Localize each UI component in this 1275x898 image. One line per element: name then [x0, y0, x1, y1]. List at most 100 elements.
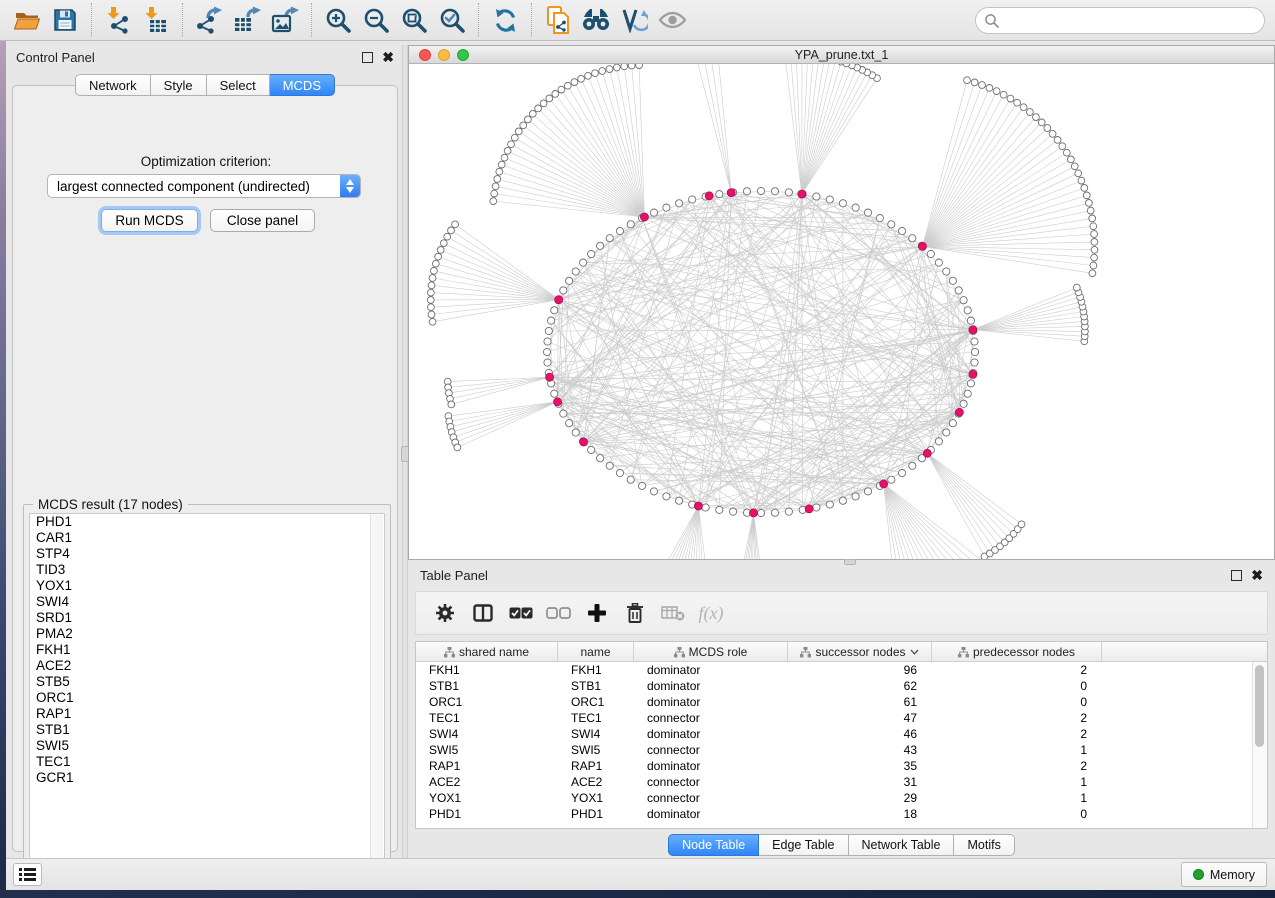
table-scrollbar-thumb[interactable]: [1255, 665, 1264, 747]
cell-predecessor_nodes[interactable]: 0: [932, 678, 1102, 694]
cell-predecessor_nodes[interactable]: 1: [932, 774, 1102, 790]
mcds-result-item[interactable]: RAP1: [30, 706, 384, 722]
show-column-button[interactable]: [466, 595, 500, 631]
table-row[interactable]: ORC1ORC1dominator610: [416, 694, 1267, 710]
cell-name[interactable]: ACE2: [558, 774, 634, 790]
cell-mcds_role[interactable]: dominator: [634, 678, 788, 694]
cell-successor_nodes[interactable]: 96: [788, 662, 932, 678]
cell-successor_nodes[interactable]: 18: [788, 806, 932, 822]
show-graphics-details-button[interactable]: [653, 3, 691, 37]
cell-shared_name[interactable]: SWI5: [416, 742, 558, 758]
open-vizmapper-button[interactable]: [615, 3, 653, 37]
cell-shared_name[interactable]: RAP1: [416, 758, 558, 774]
table-row[interactable]: TEC1TEC1connector472: [416, 710, 1267, 726]
table-row[interactable]: STB1STB1dominator620: [416, 678, 1267, 694]
cell-successor_nodes[interactable]: 29: [788, 790, 932, 806]
memory-button[interactable]: Memory: [1181, 862, 1267, 887]
table-row[interactable]: SWI4SWI4dominator462: [416, 726, 1267, 742]
cell-successor_nodes[interactable]: 61: [788, 694, 932, 710]
import-network-button[interactable]: [99, 3, 137, 37]
search-network-button[interactable]: [577, 3, 615, 37]
cell-shared_name[interactable]: ORC1: [416, 694, 558, 710]
mcds-result-item[interactable]: STB1: [30, 722, 384, 738]
table-row[interactable]: SWI5SWI5connector431: [416, 742, 1267, 758]
delete-table-button[interactable]: [656, 595, 690, 631]
cell-successor_nodes[interactable]: 62: [788, 678, 932, 694]
mcds-result-list[interactable]: PHD1CAR1STP4TID3YOX1SWI4SRD1PMA2FKH1ACE2…: [29, 513, 385, 873]
cell-shared_name[interactable]: YOX1: [416, 790, 558, 806]
tab-mcds[interactable]: MCDS: [270, 74, 335, 96]
run-mcds-button[interactable]: Run MCDS: [101, 209, 198, 232]
cell-mcds_role[interactable]: dominator: [634, 726, 788, 742]
cell-shared_name[interactable]: PHD1: [416, 806, 558, 822]
cell-shared_name[interactable]: STB1: [416, 678, 558, 694]
create-column-button[interactable]: [580, 595, 614, 631]
cell-shared_name[interactable]: TEC1: [416, 710, 558, 726]
mcds-result-item[interactable]: STP4: [30, 546, 384, 562]
save-session-button[interactable]: [46, 3, 84, 37]
deselect-all-columns-button[interactable]: [542, 595, 576, 631]
open-file-button[interactable]: [8, 3, 46, 37]
mcds-result-item[interactable]: ACE2: [30, 658, 384, 674]
table-scrollbar[interactable]: [1252, 662, 1267, 828]
column-header-successor-nodes[interactable]: successor nodes: [788, 642, 932, 662]
float-table-panel-icon[interactable]: [1231, 570, 1242, 581]
mcds-result-item[interactable]: FKH1: [30, 642, 384, 658]
tab-edge-table[interactable]: Edge Table: [759, 834, 848, 856]
task-history-button[interactable]: [13, 863, 42, 886]
delete-column-button[interactable]: [618, 595, 652, 631]
cell-mcds_role[interactable]: dominator: [634, 806, 788, 822]
tab-network-table[interactable]: Network Table: [849, 834, 955, 856]
cell-successor_nodes[interactable]: 35: [788, 758, 932, 774]
function-builder-button[interactable]: f(x): [694, 595, 728, 631]
search-input[interactable]: [975, 7, 1265, 34]
minimize-window-icon[interactable]: [438, 49, 450, 61]
zoom-fit-button[interactable]: [395, 3, 433, 37]
tab-select[interactable]: Select: [207, 74, 270, 96]
clone-network-button[interactable]: [539, 3, 577, 37]
tab-motifs[interactable]: Motifs: [954, 834, 1014, 856]
tab-style[interactable]: Style: [151, 74, 207, 96]
mcds-result-item[interactable]: STB5: [30, 674, 384, 690]
export-network-button[interactable]: [190, 3, 228, 37]
table-row[interactable]: YOX1YOX1connector291: [416, 790, 1267, 806]
table-settings-button[interactable]: [428, 595, 462, 631]
export-table-button[interactable]: [228, 3, 266, 37]
mcds-result-item[interactable]: SWI5: [30, 738, 384, 754]
cell-name[interactable]: PHD1: [558, 806, 634, 822]
cell-mcds_role[interactable]: dominator: [634, 662, 788, 678]
mcds-result-item[interactable]: PHD1: [30, 514, 384, 530]
column-header-shared-name[interactable]: shared name: [416, 642, 558, 662]
cell-name[interactable]: FKH1: [558, 662, 634, 678]
cell-name[interactable]: ORC1: [558, 694, 634, 710]
network-canvas[interactable]: [409, 64, 1274, 559]
cell-mcds_role[interactable]: connector: [634, 774, 788, 790]
cell-shared_name[interactable]: FKH1: [416, 662, 558, 678]
tab-network[interactable]: Network: [75, 74, 151, 96]
table-row[interactable]: PHD1PHD1dominator180: [416, 806, 1267, 822]
mcds-result-item[interactable]: TEC1: [30, 754, 384, 770]
apply-preferred-layout-button[interactable]: [486, 3, 524, 37]
cell-successor_nodes[interactable]: 43: [788, 742, 932, 758]
table-row[interactable]: RAP1RAP1dominator352: [416, 758, 1267, 774]
maximize-window-icon[interactable]: [457, 49, 469, 61]
zoom-in-button[interactable]: [319, 3, 357, 37]
cell-mcds_role[interactable]: dominator: [634, 694, 788, 710]
cell-predecessor_nodes[interactable]: 2: [932, 726, 1102, 742]
mcds-result-item[interactable]: PMA2: [30, 626, 384, 642]
cell-name[interactable]: SWI5: [558, 742, 634, 758]
cell-mcds_role[interactable]: connector: [634, 742, 788, 758]
cell-name[interactable]: SWI4: [558, 726, 634, 742]
table-row[interactable]: FKH1FKH1dominator962: [416, 662, 1267, 678]
cell-predecessor_nodes[interactable]: 0: [932, 694, 1102, 710]
cell-predecessor_nodes[interactable]: 0: [932, 806, 1102, 822]
mcds-result-item[interactable]: ORC1: [30, 690, 384, 706]
mcds-result-item[interactable]: TID3: [30, 562, 384, 578]
cell-predecessor_nodes[interactable]: 1: [932, 790, 1102, 806]
cell-shared_name[interactable]: ACE2: [416, 774, 558, 790]
cell-shared_name[interactable]: SWI4: [416, 726, 558, 742]
cell-predecessor_nodes[interactable]: 1: [932, 742, 1102, 758]
cell-name[interactable]: TEC1: [558, 710, 634, 726]
zoom-out-button[interactable]: [357, 3, 395, 37]
cell-mcds_role[interactable]: connector: [634, 790, 788, 806]
